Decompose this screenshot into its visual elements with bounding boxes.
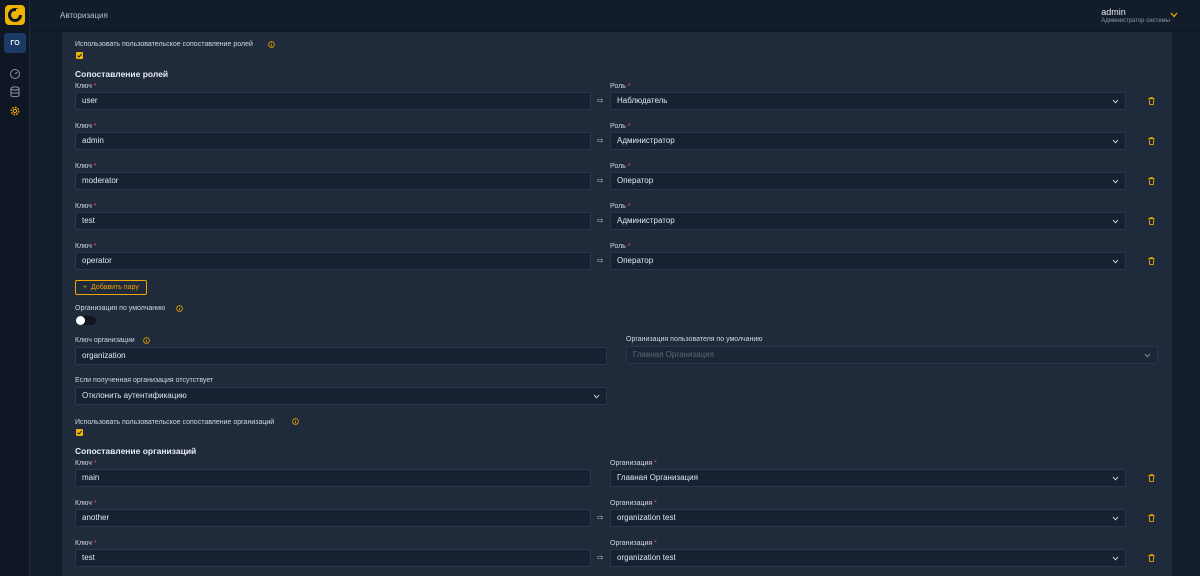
plus-icon: + — [83, 284, 88, 291]
maps-to-arrow-icon: ⇨ — [597, 216, 604, 225]
org-key-input[interactable]: test — [75, 549, 591, 567]
chevron-down-icon — [1112, 476, 1119, 481]
dashboard-icon[interactable] — [9, 68, 21, 80]
role-key-input[interactable]: moderator — [75, 172, 591, 190]
top-bar: Авторизация admin Администратор системы — [30, 0, 1200, 31]
org-badge[interactable]: ГО — [4, 33, 26, 53]
delete-icon[interactable] — [1148, 474, 1155, 482]
chevron-down-icon — [593, 394, 600, 399]
key-label: Ключ * — [75, 203, 97, 210]
key-label: Ключ * — [75, 163, 97, 170]
user-role: Администратор системы — [1101, 18, 1170, 24]
missing-org-label: Если полученная организация отсутствует — [75, 377, 214, 384]
org-key-input[interactable]: main — [75, 469, 591, 487]
role-label: Роль * — [610, 243, 631, 250]
chevron-down-icon — [1112, 259, 1119, 264]
key-label: Ключ * — [75, 243, 97, 250]
toggle-knob — [76, 316, 85, 325]
missing-org-select[interactable]: Отклонить аутентификацию — [75, 387, 607, 405]
maps-to-arrow-icon: ⇨ — [597, 136, 604, 145]
delete-icon[interactable] — [1148, 554, 1155, 562]
key-label: Ключ * — [75, 460, 97, 467]
chevron-down-icon — [1112, 139, 1119, 144]
chevron-down-icon — [1112, 219, 1119, 224]
delete-icon[interactable] — [1148, 177, 1155, 185]
key-label: Ключ * — [75, 83, 97, 90]
org-key-input[interactable]: another — [75, 509, 591, 527]
org-select[interactable]: Главная Организация — [610, 469, 1126, 487]
maps-to-arrow-icon: ⇨ — [597, 96, 604, 105]
maps-to-arrow-icon: ⇨ — [597, 256, 604, 265]
delete-icon[interactable] — [1148, 217, 1155, 225]
maps-to-arrow-icon: ⇨ — [597, 513, 604, 522]
breadcrumb: Авторизация — [60, 11, 108, 20]
org-key-label: Ключ организации — [75, 337, 135, 344]
role-select[interactable]: Администратор — [610, 132, 1126, 150]
key-label: Ключ * — [75, 500, 97, 507]
chevron-down-icon — [1112, 556, 1119, 561]
role-select[interactable]: Оператор — [610, 172, 1126, 190]
role-key-input[interactable]: user — [75, 92, 591, 110]
delete-icon[interactable] — [1148, 257, 1155, 265]
add-pair-button[interactable]: + Добавить пару — [75, 280, 147, 295]
info-icon[interactable] — [268, 41, 275, 48]
role-label: Роль * — [610, 123, 631, 130]
org-label: Организация * — [610, 540, 657, 547]
maps-to-arrow-icon: ⇨ — [597, 553, 604, 562]
auth-settings-panel: Использовать пользовательское сопоставле… — [62, 32, 1172, 576]
org-key-input[interactable]: organization — [75, 347, 607, 365]
use-custom-role-mapping-checkbox[interactable] — [76, 52, 83, 59]
user-menu[interactable]: admin Администратор системы — [1101, 7, 1170, 24]
user-name: admin — [1101, 7, 1126, 17]
info-icon[interactable] — [176, 305, 183, 312]
key-label: Ключ * — [75, 123, 97, 130]
org-label: Организация * — [610, 460, 657, 467]
role-label: Роль * — [610, 83, 631, 90]
role-key-input[interactable]: admin — [75, 132, 591, 150]
maps-to-arrow-icon: ⇨ — [597, 176, 604, 185]
app-logo-icon[interactable] — [5, 5, 25, 25]
chevron-down-icon — [1144, 353, 1151, 358]
org-select[interactable]: organization test — [610, 509, 1126, 527]
key-label: Ключ * — [75, 540, 97, 547]
gear-icon[interactable] — [9, 105, 21, 117]
org-mapping-title: Сопоставление организаций — [75, 446, 197, 456]
chevron-down-icon — [1112, 516, 1119, 521]
use-custom-role-mapping-label: Использовать пользовательское сопоставле… — [75, 41, 253, 48]
sidebar: ГО — [0, 0, 30, 576]
delete-icon[interactable] — [1148, 137, 1155, 145]
chevron-down-icon — [1112, 99, 1119, 104]
role-mapping-title: Сопоставление ролей — [75, 69, 169, 79]
database-icon[interactable] — [9, 86, 21, 98]
user-default-org-select[interactable]: Главная Организация — [626, 346, 1158, 364]
role-key-input[interactable]: test — [75, 212, 591, 230]
role-select[interactable]: Оператор — [610, 252, 1126, 270]
role-label: Роль * — [610, 163, 631, 170]
delete-icon[interactable] — [1148, 97, 1155, 105]
user-default-org-label: Организация пользователя по умолчанию — [626, 336, 763, 343]
role-select[interactable]: Наблюдатель — [610, 92, 1126, 110]
default-org-toggle[interactable] — [76, 316, 96, 325]
chevron-down-icon[interactable] — [1170, 12, 1178, 18]
info-icon[interactable] — [292, 418, 299, 425]
use-custom-org-mapping-label: Использовать пользовательское сопоставле… — [75, 419, 275, 426]
role-select[interactable]: Администратор — [610, 212, 1126, 230]
chevron-down-icon — [1112, 179, 1119, 184]
use-custom-org-mapping-checkbox[interactable] — [76, 429, 83, 436]
info-icon[interactable] — [143, 337, 150, 344]
org-select[interactable]: organization test — [610, 549, 1126, 567]
role-key-input[interactable]: operator — [75, 252, 591, 270]
delete-icon[interactable] — [1148, 514, 1155, 522]
default-org-label: Организация по умолчанию — [75, 305, 166, 312]
role-label: Роль * — [610, 203, 631, 210]
org-label: Организация * — [610, 500, 657, 507]
